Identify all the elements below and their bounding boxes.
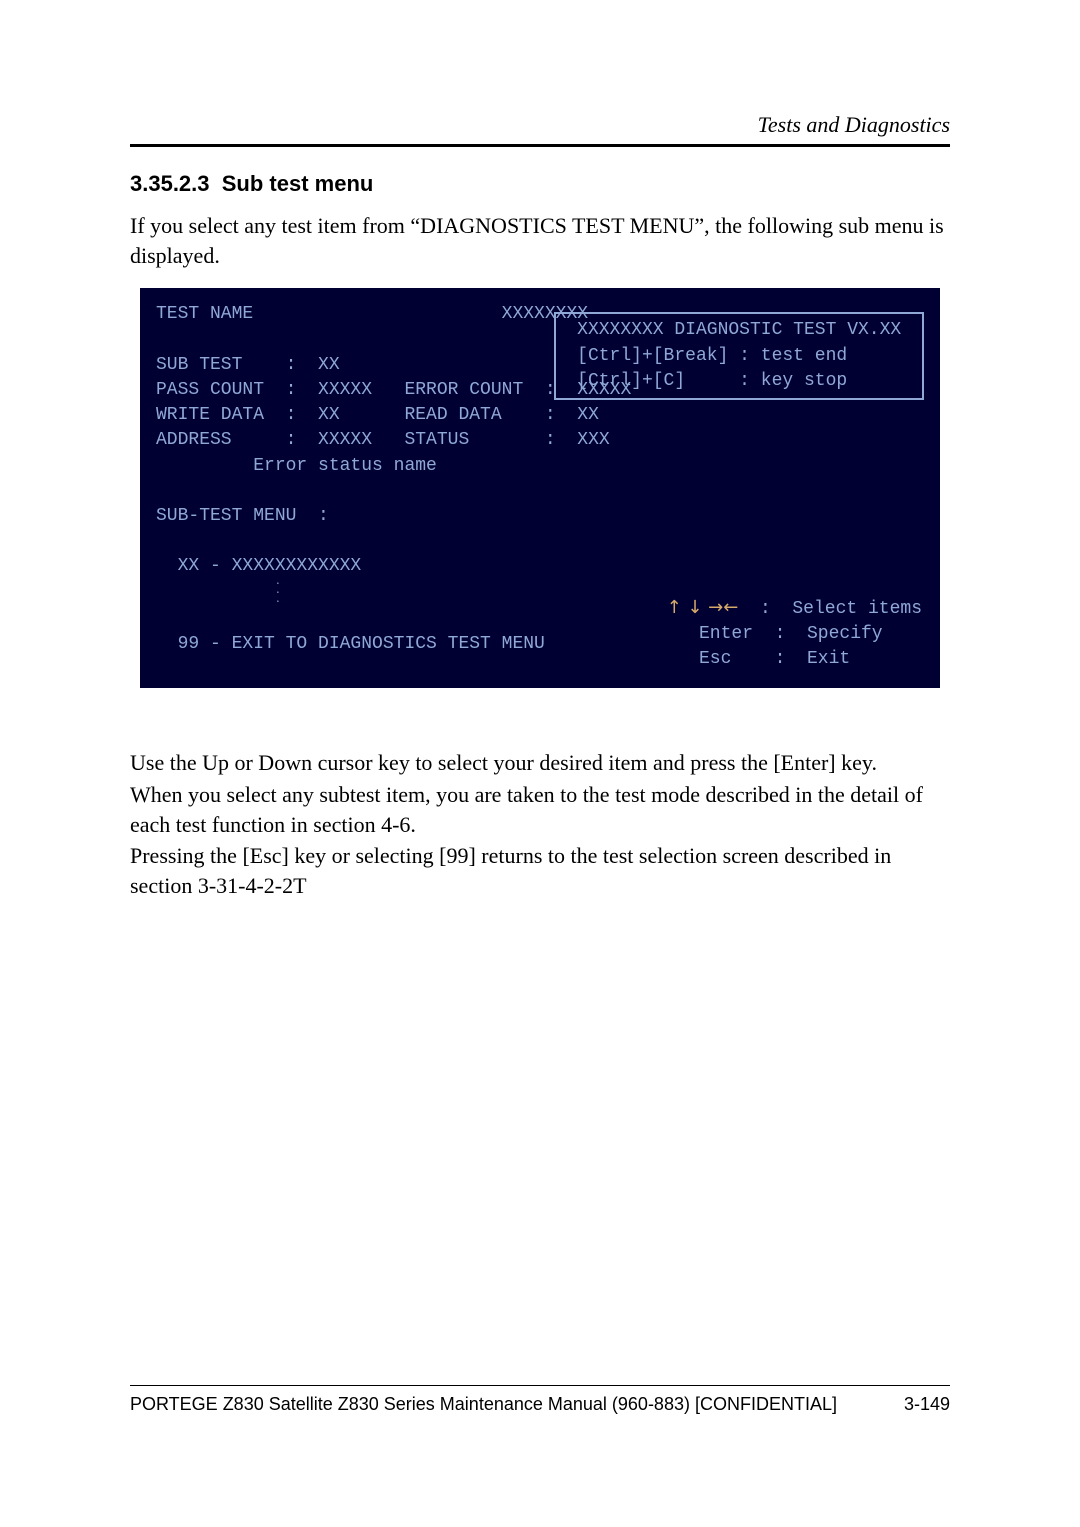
legend-enter: Enter : Specify [667, 624, 883, 644]
document-page: Tests and Diagnostics 3.35.2.3 Sub test … [0, 0, 1080, 1527]
terminal-info-box: XXXXXXXX DIAGNOSTIC TEST VX.XX [Ctrl]+[B… [554, 312, 924, 400]
term-line-menuhdr: SUB-TEST MENU : [156, 506, 329, 526]
running-header: Tests and Diagnostics [130, 112, 950, 144]
page-footer: PORTEGE Z830 Satellite Z830 Series Maint… [130, 1385, 950, 1415]
arrow-keys-icon: ↑ ↓ →← [667, 597, 739, 618]
section-number: 3.35.2.3 [130, 171, 210, 196]
after-paragraph-1: Use the Up or Down cursor key to select … [130, 748, 950, 778]
section-title: Sub test menu [222, 171, 374, 196]
ellipsis-icon [275, 579, 279, 606]
footer-manual-title: PORTEGE Z830 Satellite Z830 Series Maint… [130, 1394, 695, 1414]
term-line-item: XX - XXXXXXXXXXXX [156, 556, 361, 576]
term-box-line1: [Ctrl]+[Break] : test end [566, 346, 847, 366]
after-paragraph-2: When you select any subtest item, you ar… [130, 780, 950, 839]
after-paragraph-3: Pressing the [Esc] key or selecting [99]… [130, 841, 950, 900]
term-line-subtest: SUB TEST : XX [156, 355, 340, 375]
term-box-title: XXXXXXXX DIAGNOSTIC TEST VX.XX [566, 320, 912, 340]
term-line-err: Error status name [156, 456, 437, 476]
section-heading: 3.35.2.3 Sub test menu [130, 171, 950, 197]
footer-rule [130, 1385, 950, 1386]
footer-left: PORTEGE Z830 Satellite Z830 Series Maint… [130, 1394, 837, 1415]
terminal-screenshot: TEST NAME XXXXXXXX SUB TEST : XX PASS CO… [140, 288, 940, 688]
term-box-line2: [Ctrl]+[C] : key stop [566, 371, 847, 391]
footer-confidential: [CONFIDENTIAL] [695, 1394, 837, 1414]
intro-paragraph: If you select any test item from “DIAGNO… [130, 211, 950, 270]
legend-select: : Select items [738, 599, 922, 619]
header-rule [130, 144, 950, 147]
term-line-addr: ADDRESS : XXXXX STATUS : XXX [156, 430, 610, 450]
terminal-key-legend: ↑ ↓ →← : Select items Enter : Specify Es… [667, 595, 922, 673]
term-line-testname: TEST NAME XXXXXXXX [156, 304, 588, 324]
footer-page-number: 3-149 [904, 1394, 950, 1415]
term-line-write: WRITE DATA : XX READ DATA : XX [156, 405, 599, 425]
legend-esc: Esc : Exit [667, 649, 851, 669]
term-line-exit: 99 - EXIT TO DIAGNOSTICS TEST MENU [156, 634, 545, 654]
